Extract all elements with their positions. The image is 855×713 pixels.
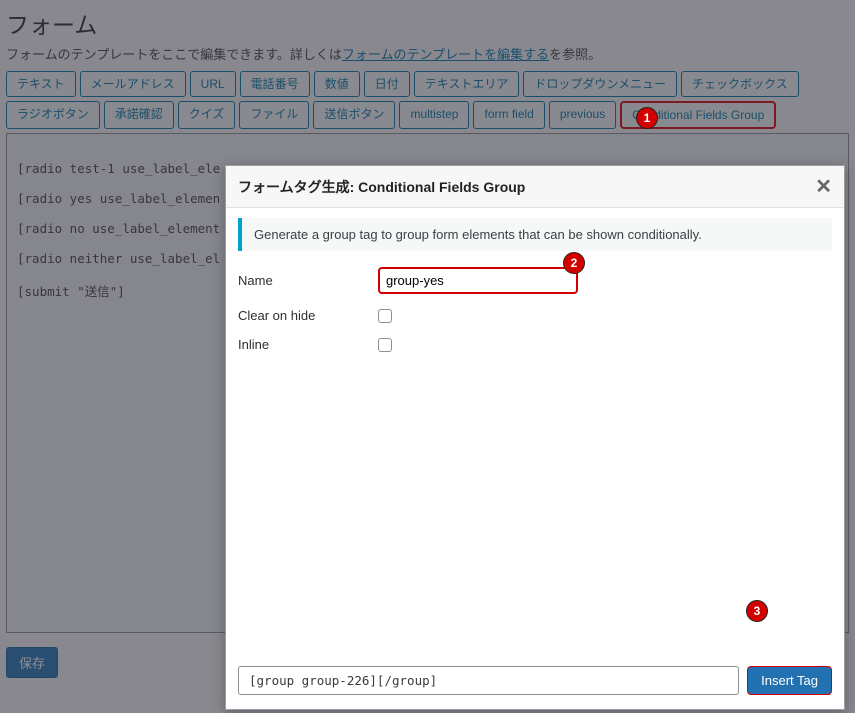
modal-notice: Generate a group tag to group form eleme… — [238, 218, 832, 251]
modal-footer: Insert Tag — [226, 656, 844, 709]
clear-on-hide-label: Clear on hide — [238, 308, 378, 323]
tag-generator-modal: フォームタグ生成: Conditional Fields Group ✕ Gen… — [225, 165, 845, 710]
annotation-marker-3: 3 — [746, 600, 768, 622]
inline-checkbox[interactable] — [378, 338, 392, 352]
inline-label: Inline — [238, 337, 378, 352]
insert-tag-button[interactable]: Insert Tag — [747, 666, 832, 695]
annotation-marker-2: 2 — [563, 252, 585, 274]
clear-on-hide-checkbox[interactable] — [378, 309, 392, 323]
annotation-marker-1: 1 — [636, 107, 658, 129]
tag-output[interactable] — [238, 666, 739, 695]
close-icon[interactable]: ✕ — [815, 174, 832, 199]
name-input[interactable] — [378, 267, 578, 294]
modal-title: フォームタグ生成: Conditional Fields Group — [238, 177, 525, 197]
name-label: Name — [238, 273, 378, 288]
modal-header: フォームタグ生成: Conditional Fields Group ✕ — [226, 166, 844, 208]
modal-body: Generate a group tag to group form eleme… — [226, 208, 844, 656]
